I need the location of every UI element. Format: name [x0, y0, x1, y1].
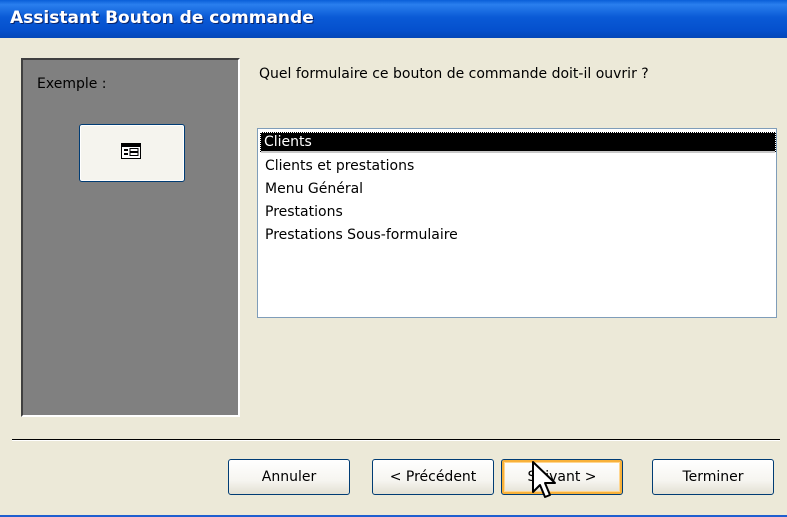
previous-button[interactable]: < Précédent: [372, 459, 494, 495]
title-bar[interactable]: Assistant Bouton de commande: [0, 0, 787, 38]
cancel-button-label: Annuler: [261, 469, 317, 485]
separator: [12, 439, 780, 441]
window-title: Assistant Bouton de commande: [10, 8, 314, 28]
finish-button[interactable]: Terminer: [652, 459, 774, 495]
list-item-prestations-sous-formulaire[interactable]: Prestations Sous-formulaire: [262, 225, 461, 246]
list-item-prestations[interactable]: Prestations: [262, 202, 346, 223]
example-command-button: [79, 124, 185, 182]
question-text: Quel formulaire ce bouton de commande do…: [259, 66, 649, 82]
next-button[interactable]: Suivant >: [501, 459, 623, 495]
example-panel: Exemple :: [21, 58, 240, 417]
finish-button-label: Terminer: [682, 469, 744, 485]
list-item-clients-et-prestations[interactable]: Clients et prestations: [262, 156, 417, 177]
forms-listbox[interactable]: Clients Clients et prestations Menu Géné…: [257, 128, 777, 318]
arrow-cursor-icon: [532, 461, 556, 498]
list-item-menu-general[interactable]: Menu Général: [262, 179, 366, 200]
list-item-clients[interactable]: Clients: [260, 132, 776, 153]
cancel-button[interactable]: Annuler: [228, 459, 350, 495]
form-icon: [121, 143, 141, 159]
previous-button-label: < Précédent: [389, 469, 477, 485]
example-label: Exemple :: [37, 76, 107, 92]
